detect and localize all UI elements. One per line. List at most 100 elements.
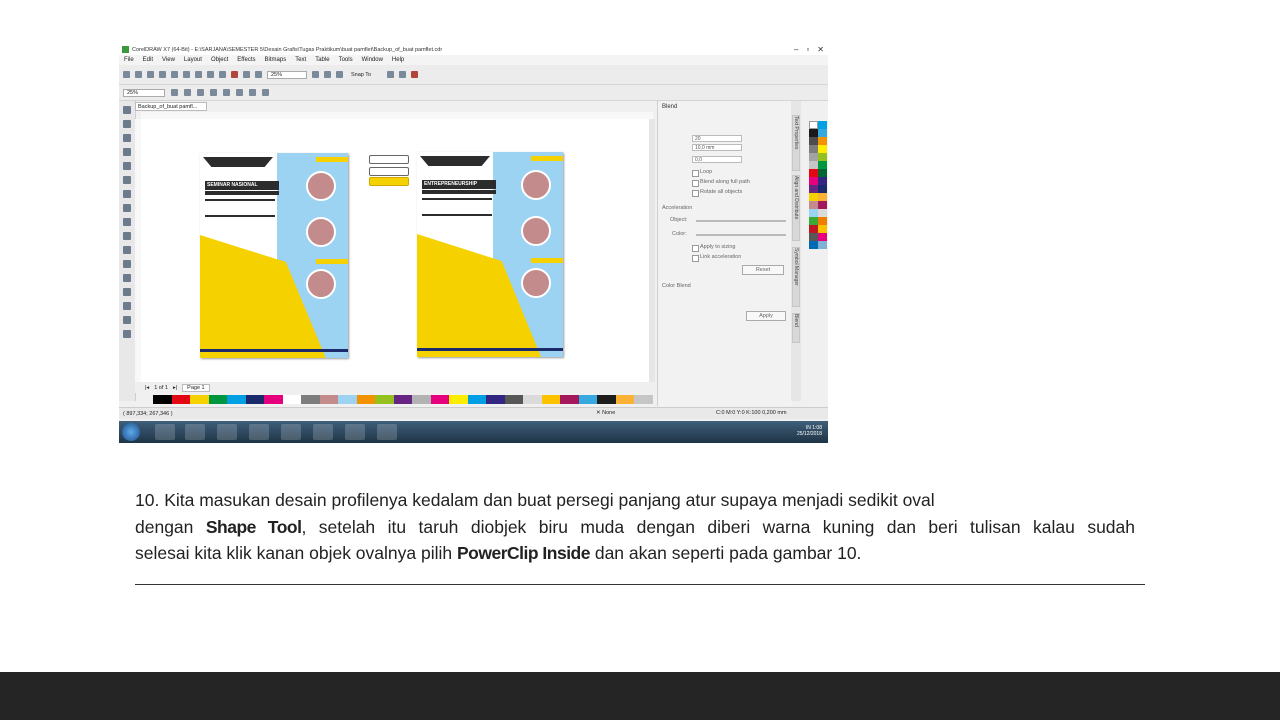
zoom-selected-icon[interactable] [197,89,204,96]
transparency-icon[interactable] [123,288,131,296]
show-grid-icon[interactable] [336,71,343,78]
welcome-screen-icon[interactable] [411,71,418,78]
oval-rectangle-yellow[interactable] [369,177,409,186]
rectangle-tool-icon[interactable] [123,190,131,198]
application-launcher-icon[interactable] [399,71,406,78]
menu-edit[interactable]: Edit [143,57,153,63]
polygon-tool-icon[interactable] [123,218,131,226]
pamphlet-page-left[interactable]: SEMINAR NASIONAL [200,153,348,358]
blend-path-checkbox[interactable] [692,180,699,187]
menu-object[interactable]: Object [211,57,228,63]
tab-symbol-manager[interactable]: Symbol Manager [792,247,800,307]
copy-icon[interactable] [183,71,190,78]
redo-icon[interactable] [219,71,226,78]
menu-effects[interactable]: Effects [237,57,255,63]
link-accel-checkbox[interactable] [692,255,699,262]
oval-rectangle-outline[interactable] [369,155,409,164]
open-icon[interactable] [135,71,142,78]
object-slider[interactable] [696,220,786,222]
zoom-page-icon[interactable] [223,89,230,96]
reset-button[interactable]: Reset [742,265,784,275]
eyedropper-icon[interactable] [123,302,131,310]
coreldraw-taskbar-icon[interactable] [345,424,365,440]
clock-date[interactable]: 25/12/2018 [797,431,822,437]
zoom-out-icon[interactable] [184,89,191,96]
paint-icon[interactable] [281,424,301,440]
start-button-icon[interactable] [122,423,140,441]
remote-desktop-icon[interactable] [377,424,397,440]
maximize-icon[interactable]: ▫ [806,45,809,54]
parallel-dimension-icon[interactable] [123,246,131,254]
notepad-icon[interactable] [249,424,269,440]
publish-pdf-icon[interactable] [255,71,262,78]
show-rulers-icon[interactable] [324,71,331,78]
file-explorer-icon[interactable] [217,424,237,440]
apply-button[interactable]: Apply [746,311,786,321]
rotate-checkbox[interactable] [692,190,699,197]
document-palette[interactable] [153,395,653,404]
pamphlet-page-right[interactable]: ENTREPRENEURSHIP [417,152,563,357]
menu-window[interactable]: Window [362,57,383,63]
zoom-height-icon[interactable] [249,89,256,96]
menu-layout[interactable]: Layout [184,57,202,63]
crop-tool-icon[interactable] [123,134,131,142]
spacing-field[interactable]: 10,0 mm [692,144,742,151]
property-zoom-select[interactable]: 25% [123,88,165,97]
angle-field[interactable]: 0,0 [692,156,742,163]
cut-icon[interactable] [171,71,178,78]
messenger-icon[interactable] [185,424,205,440]
zoom-tool-icon[interactable] [123,148,131,156]
menu-tools[interactable]: Tools [339,57,353,63]
pan-icon[interactable] [262,89,269,96]
first-page-icon[interactable]: |◂ [145,385,149,391]
zoom-level-select[interactable]: 25% [267,70,307,79]
apply-sizing-checkbox[interactable] [692,245,699,252]
oval-rectangle-outline[interactable] [369,167,409,176]
menu-help[interactable]: Help [392,57,404,63]
save-icon[interactable] [147,71,154,78]
pick-tool-icon[interactable] [123,106,131,114]
drop-shadow-icon[interactable] [123,274,131,282]
page-tab[interactable]: Page 1 [182,383,210,392]
color-palette[interactable] [809,121,827,389]
minimize-icon[interactable]: – [794,45,798,54]
document-tab[interactable]: Backup_of_buat pamfl... [135,102,207,111]
menu-file[interactable]: File [124,57,134,63]
steps-field[interactable]: 20 [692,135,742,142]
interactive-fill-icon[interactable] [123,316,131,324]
freehand-tool-icon[interactable] [123,162,131,170]
media-player-icon[interactable] [155,424,175,440]
chrome-icon[interactable] [313,424,333,440]
loop-checkbox[interactable] [692,170,699,177]
menu-text[interactable]: Text [295,57,306,63]
options-icon[interactable] [387,71,394,78]
menu-table[interactable]: Table [315,57,329,63]
next-page-icon[interactable]: ▸| [173,385,177,391]
shape-tool-icon[interactable] [123,120,131,128]
ellipse-tool-icon[interactable] [123,204,131,212]
tab-align-distribute[interactable]: Align and Distribute [792,175,800,241]
zoom-all-icon[interactable] [210,89,217,96]
menu-view[interactable]: View [162,57,175,63]
artistic-media-icon[interactable] [123,176,131,184]
tab-text-properties[interactable]: Text Properties [792,115,800,171]
import-icon[interactable] [231,71,238,78]
tab-blend[interactable]: Blend [792,313,800,343]
zoom-in-icon[interactable] [171,89,178,96]
full-screen-icon[interactable] [312,71,319,78]
drawing-canvas[interactable]: SEMINAR NASIONAL ENTREPRENEURSHIP [141,119,653,382]
menu-bitmaps[interactable]: Bitmaps [265,57,287,63]
connector-tool-icon[interactable] [123,260,131,268]
new-icon[interactable] [123,71,130,78]
snap-to-dropdown[interactable]: Snap To [348,71,382,79]
print-icon[interactable] [159,71,166,78]
export-icon[interactable] [243,71,250,78]
close-icon[interactable]: ✕ [817,45,824,54]
text-tool-icon[interactable] [123,232,131,240]
smart-fill-icon[interactable] [123,330,131,338]
undo-icon[interactable] [207,71,214,78]
zoom-width-icon[interactable] [236,89,243,96]
color-slider[interactable] [696,234,786,236]
paste-icon[interactable] [195,71,202,78]
vertical-scrollbar[interactable] [649,119,655,382]
